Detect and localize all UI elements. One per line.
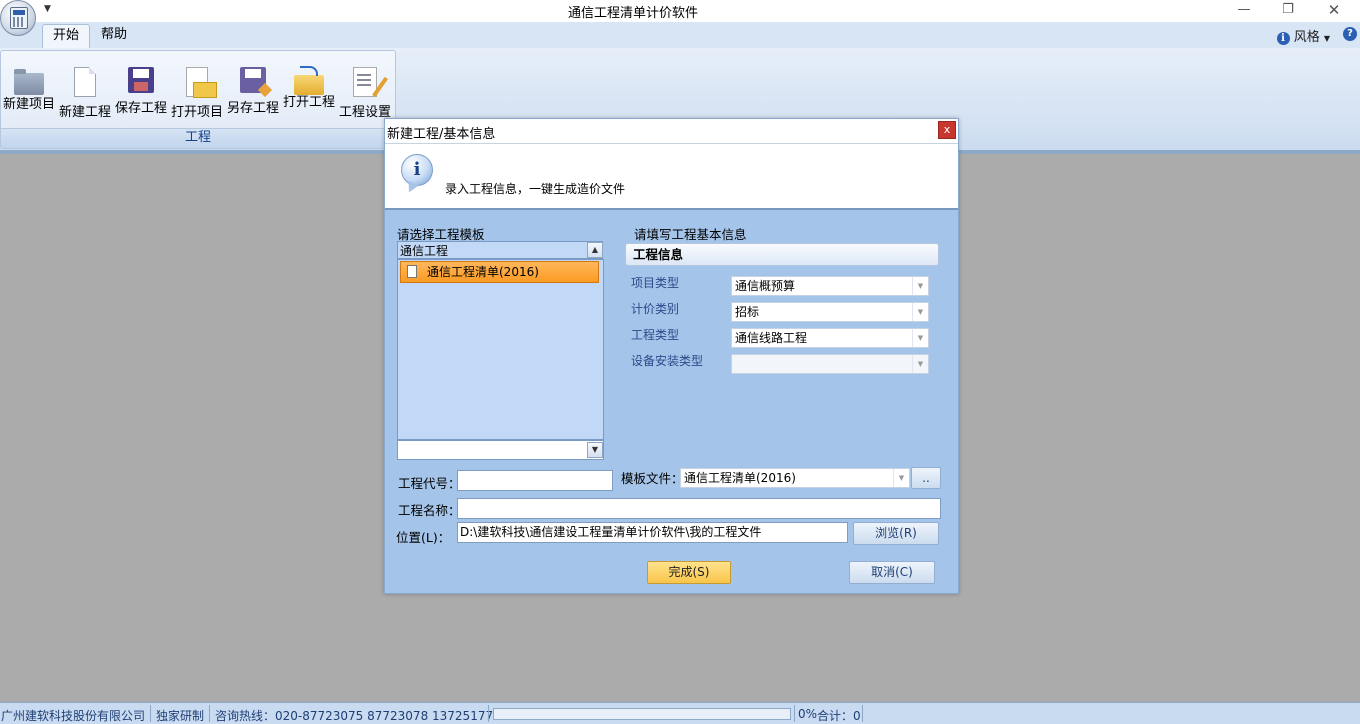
dialog-close-button[interactable]: x <box>938 121 956 139</box>
new-project-file-button[interactable]: 新建工程 <box>57 65 113 121</box>
info-section-title: 请填写工程基本信息 <box>634 227 747 242</box>
template-category-combo[interactable]: 通信工程 ▲ <box>397 241 603 259</box>
chevron-down-icon: ▼ <box>912 355 928 373</box>
open-file-label: 打开工程 <box>282 95 335 110</box>
style-menu[interactable]: i 风格 ▼ <box>1276 26 1330 45</box>
ribbon-group-label: 工程 <box>1 128 395 148</box>
template-file-value: 通信工程清单(2016) <box>684 471 796 485</box>
project-name-input[interactable] <box>457 498 941 519</box>
engineering-type-select[interactable]: 通信线路工程 ▼ <box>731 328 929 348</box>
style-menu-label: 风格 <box>1293 30 1320 45</box>
status-percent: 0% <box>798 707 818 721</box>
location-input[interactable]: D:\建软科技\通信建设工程量清单计价软件\我的工程文件 <box>457 522 848 543</box>
chevron-down-icon: ▼ <box>912 277 928 295</box>
open-file-button[interactable]: 打开工程 <box>281 65 337 121</box>
pricing-category-value: 招标 <box>735 305 760 319</box>
open-project-label: 打开项目 <box>170 105 223 120</box>
help-icon[interactable]: ? <box>1343 27 1357 41</box>
install-type-select[interactable]: ▼ <box>731 354 929 374</box>
status-company: 广州建软科技股份有限公司 <box>1 709 146 723</box>
ribbon-group-project: 新建项目 新建工程 保存工程 打开项目 另存工程 打开工程 工程设置 工程 <box>0 50 396 149</box>
new-project-file-label: 新建工程 <box>58 105 111 120</box>
template-category-value: 通信工程 <box>400 244 449 258</box>
dialog-header: i 录入工程信息，一键生成造价文件 <box>385 144 958 210</box>
status-total: 合计：0 <box>817 709 861 723</box>
info-panel-title: 工程信息 <box>625 243 939 266</box>
project-type-label: 项目类型 <box>631 276 680 290</box>
tab-help[interactable]: 帮助 <box>91 24 137 48</box>
pricing-category-select[interactable]: 招标 ▼ <box>731 302 929 322</box>
template-list[interactable]: 通信工程清单(2016) <box>397 259 604 440</box>
template-list-item[interactable]: 通信工程清单(2016) <box>400 261 599 283</box>
save-as-icon <box>240 67 266 93</box>
dialog-title: 新建工程/基本信息 <box>387 127 496 142</box>
status-dev: 独家研制 <box>156 709 205 723</box>
scroll-up-icon[interactable]: ▲ <box>587 242 603 258</box>
style-info-icon: i <box>1276 32 1290 45</box>
project-type-value: 通信概预算 <box>735 279 796 293</box>
finish-button[interactable]: 完成(S) <box>647 561 731 584</box>
scroll-down-icon[interactable]: ▼ <box>587 442 603 458</box>
new-project-dialog: 新建工程/基本信息 x i 录入工程信息，一键生成造价文件 请选择工程模板 通信… <box>384 118 959 594</box>
status-progress-bar <box>493 708 791 720</box>
chevron-down-icon: ▼ <box>912 303 928 321</box>
status-separator <box>862 705 863 722</box>
folder-icon <box>14 69 44 95</box>
template-file-browse-button[interactable]: .. <box>911 467 941 489</box>
status-separator <box>794 705 795 722</box>
project-code-label: 工程代号： <box>398 476 461 491</box>
document-icon <box>407 265 417 278</box>
save-disk-icon <box>128 67 154 93</box>
open-folder-icon <box>294 66 324 95</box>
ribbon-tab-row: 开始 帮助 i 风格 ▼ ? <box>0 22 1360 48</box>
template-list-footer: ▼ <box>397 440 604 460</box>
status-bar: 广州建软科技股份有限公司 独家研制 咨询热线：020-87723075 8772… <box>0 702 1360 724</box>
new-document-icon <box>74 67 96 97</box>
status-separator <box>209 705 210 722</box>
close-window-button[interactable]: ✕ <box>1314 0 1354 22</box>
engineering-type-label: 工程类型 <box>631 328 680 342</box>
status-separator <box>488 705 489 722</box>
browse-button[interactable]: 浏览(R) <box>853 522 939 545</box>
status-separator <box>150 705 151 722</box>
save-project-button[interactable]: 保存工程 <box>113 65 169 121</box>
new-project-label: 新建项目 <box>2 97 55 112</box>
tab-home[interactable]: 开始 <box>42 24 91 48</box>
save-as-label: 另存工程 <box>226 101 279 116</box>
new-project-button[interactable]: 新建项目 <box>1 65 57 121</box>
template-item-label: 通信工程清单(2016) <box>427 265 539 279</box>
calculator-icon <box>10 7 28 29</box>
title-bar: ▼ 通信工程清单计价软件 — ❐ ✕ <box>0 0 1360 22</box>
project-settings-button[interactable]: 工程设置 <box>337 65 393 121</box>
pricing-category-label: 计价类别 <box>631 302 680 316</box>
cancel-button[interactable]: 取消(C) <box>849 561 935 584</box>
minimize-button[interactable]: — <box>1224 0 1264 22</box>
info-icon: i <box>401 154 433 186</box>
app-window: ▼ 通信工程清单计价软件 — ❐ ✕ 开始 帮助 i 风格 ▼ ? 新建项目 新… <box>0 0 1360 724</box>
app-title: 通信工程清单计价软件 <box>567 6 698 21</box>
status-hotline: 咨询热线：020-87723075 87723078 13725177580 <box>215 709 517 723</box>
open-project-button[interactable]: 打开项目 <box>169 65 225 121</box>
project-type-select[interactable]: 通信概预算 ▼ <box>731 276 929 296</box>
project-code-input[interactable] <box>457 470 613 491</box>
chevron-down-icon: ▼ <box>1323 34 1330 43</box>
install-type-label: 设备安装类型 <box>631 354 704 368</box>
save-project-label: 保存工程 <box>114 101 167 116</box>
template-file-label: 模板文件： <box>621 471 684 486</box>
dialog-intro: 录入工程信息，一键生成造价文件 <box>445 182 626 196</box>
template-file-select[interactable]: 通信工程清单(2016) ▼ <box>680 468 910 488</box>
settings-document-icon <box>353 67 377 97</box>
save-as-button[interactable]: 另存工程 <box>225 65 281 121</box>
chevron-down-icon: ▼ <box>912 329 928 347</box>
restore-button[interactable]: ❐ <box>1268 0 1308 22</box>
dialog-title-bar: 新建工程/基本信息 x <box>385 119 958 144</box>
chevron-down-icon: ▼ <box>893 469 909 487</box>
project-name-label: 工程名称： <box>398 503 461 518</box>
engineering-type-value: 通信线路工程 <box>735 331 808 345</box>
app-menu-button[interactable] <box>0 0 36 36</box>
open-document-icon <box>186 67 217 98</box>
location-label: 位置(L)： <box>396 530 451 545</box>
